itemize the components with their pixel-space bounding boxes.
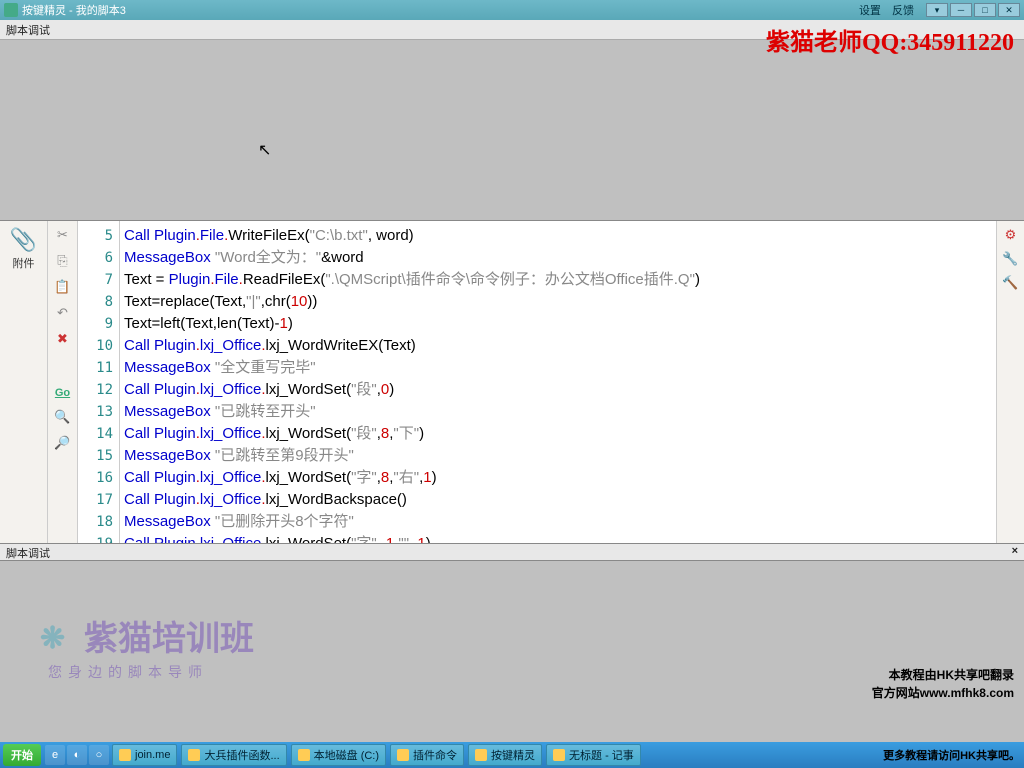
titlebar-links: 设置 反馈: [855, 2, 918, 18]
left-tool-column: ✂ ⎘ 📋 ↶ ✖ Go 🔍 🔎: [48, 221, 78, 543]
watermark-title-text: 紫猫培训班: [84, 611, 254, 660]
cut-icon[interactable]: ✂: [57, 227, 68, 243]
debug-panel-header: 脚本调试 ×: [0, 543, 1024, 561]
code-editor: 📎 附件 ✂ ⎘ 📋 ↶ ✖ Go 🔍 🔎 567 8910 111213 14…: [0, 220, 1024, 543]
close-button[interactable]: ✕: [998, 3, 1020, 17]
code-area[interactable]: Call Plugin.File.WriteFileEx("C:\b.txt",…: [120, 221, 996, 543]
watermark-subtitle: 您身边的脚本导师: [48, 662, 254, 682]
settings-link[interactable]: 设置: [859, 5, 881, 17]
attachment-label: 附件: [0, 255, 47, 271]
find-replace-icon[interactable]: 🔎: [54, 435, 70, 451]
footer-credits: 本教程由HK共享吧翻录 官方网站www.mfhk8.com: [872, 666, 1014, 702]
titlebar: 按键精灵 - 我的脚本3 设置 反馈 ▾ ─ □ ✕: [0, 0, 1024, 20]
quick-launch-ie-icon[interactable]: e: [45, 745, 65, 765]
task-item-disk-c[interactable]: 本地磁盘 (C:): [291, 744, 386, 766]
tool-icon-3[interactable]: 🔨: [1002, 275, 1018, 291]
debug-output-area: 紫猫培训班 您身边的脚本导师 本教程由HK共享吧翻录 官方网站www.mfhk8…: [0, 561, 1024, 742]
attachment-panel: 📎 附件: [0, 221, 48, 543]
upper-gray-area: ↖: [0, 40, 1024, 220]
delete-icon[interactable]: ✖: [57, 331, 68, 347]
menu-debug[interactable]: 脚本调试: [6, 25, 50, 37]
task-item-joinme[interactable]: join.me: [112, 744, 177, 766]
tool-icon-2[interactable]: 🔧: [1002, 251, 1018, 267]
go-button[interactable]: Go: [55, 387, 70, 399]
start-button[interactable]: 开始: [3, 744, 41, 766]
overlay-qq-text: 紫猫老师QQ:345911220: [766, 22, 1014, 57]
window-title: 按键精灵 - 我的脚本3: [22, 2, 855, 18]
tool-icon-1[interactable]: ⚙: [1005, 227, 1017, 243]
taskbar-overlay-text: 更多教程请访问HK共享吧。: [883, 747, 1020, 763]
minimize-button[interactable]: ─: [950, 3, 972, 17]
line-gutter: 567 8910 111213 141516 171819: [78, 221, 120, 543]
dropdown-button[interactable]: ▾: [926, 3, 948, 17]
debug-panel-title: 脚本调试: [6, 545, 50, 559]
task-item-notepad[interactable]: 无标题 - 记事: [546, 744, 641, 766]
watermark: 紫猫培训班 您身边的脚本导师: [40, 611, 254, 682]
task-item-anjian[interactable]: 按键精灵: [468, 744, 542, 766]
copy-icon[interactable]: ⎘: [57, 253, 67, 269]
maximize-button[interactable]: □: [974, 3, 996, 17]
cursor-icon: ↖: [258, 140, 271, 160]
debug-panel-close-icon[interactable]: ×: [1012, 545, 1018, 559]
task-item-plugin-cmd[interactable]: 插件命令: [390, 744, 464, 766]
paste-icon[interactable]: 📋: [54, 279, 70, 295]
undo-icon[interactable]: ↶: [57, 305, 68, 321]
task-item-plugin-func[interactable]: 大兵插件函数...: [181, 744, 286, 766]
feedback-link[interactable]: 反馈: [892, 5, 914, 17]
watermark-icon: [40, 618, 76, 654]
attachment-icon[interactable]: 📎: [0, 227, 47, 253]
app-icon: [4, 3, 18, 17]
window-controls: ▾ ─ □ ✕: [926, 3, 1020, 17]
quick-launch-browser-icon[interactable]: ○: [89, 745, 109, 765]
quick-launch-media-icon[interactable]: ◐: [67, 745, 87, 765]
right-tool-column: ⚙ 🔧 🔨: [996, 221, 1024, 543]
find-icon[interactable]: 🔍: [54, 409, 70, 425]
taskbar: 开始 e ◐ ○ join.me 大兵插件函数... 本地磁盘 (C:) 插件命…: [0, 742, 1024, 768]
